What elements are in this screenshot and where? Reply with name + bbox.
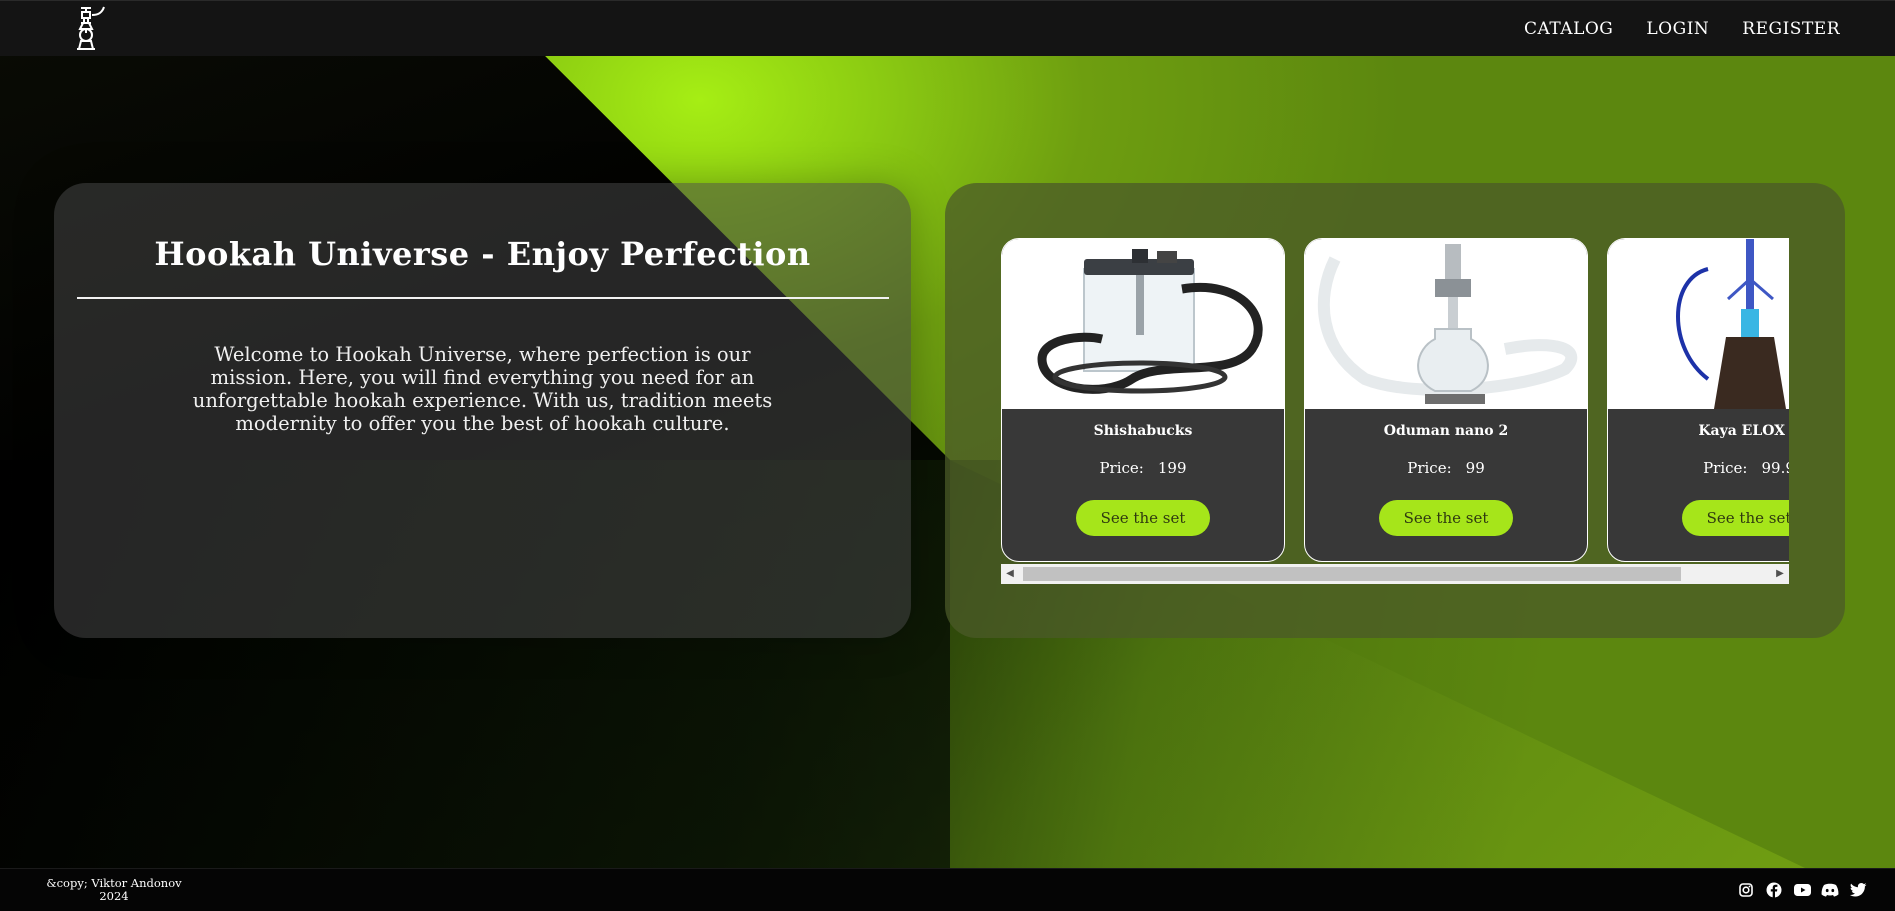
horizontal-scrollbar[interactable]: ◀ ▶ <box>1001 564 1789 584</box>
scroll-left-arrow-icon[interactable]: ◀ <box>1003 567 1017 581</box>
hookah-logo-icon[interactable] <box>70 5 110 53</box>
price-value: 99 <box>1465 459 1485 477</box>
see-set-button[interactable]: See the set <box>1682 500 1789 536</box>
intro-panel: Hookah Universe - Enjoy Perfection Welco… <box>54 183 911 638</box>
see-set-button[interactable]: See the set <box>1076 500 1210 536</box>
product-price: Price: 99.9 <box>1608 459 1789 477</box>
price-value: 99.9 <box>1761 459 1790 477</box>
product-name: Shishabucks <box>1093 423 1193 439</box>
navbar: CATALOG LOGIN REGISTER <box>0 0 1895 56</box>
copyright-year: 2024 <box>99 889 129 903</box>
footer: &copy; Viktor Andonov 2024 <box>0 868 1895 911</box>
copyright: &copy; Viktor Andonov 2024 <box>46 877 182 903</box>
twitter-icon[interactable] <box>1849 881 1867 899</box>
scrollbar-thumb[interactable] <box>1023 567 1681 581</box>
social-links <box>1737 881 1867 899</box>
product-price: Price: 199 <box>1002 459 1284 477</box>
scroll-right-arrow-icon[interactable]: ▶ <box>1773 567 1787 581</box>
nav-links: CATALOG LOGIN REGISTER <box>1524 1 1840 57</box>
price-label: Price: <box>1099 459 1144 477</box>
intro-text: Welcome to Hookah Universe, where perfec… <box>192 343 773 435</box>
product-card: Shishabucks Price: 199 See the set <box>1001 238 1285 562</box>
product-card: Oduman nano 2 Price: 99 See the set <box>1304 238 1588 562</box>
instagram-icon[interactable] <box>1737 881 1755 899</box>
product-name: Oduman nano 2 <box>1383 423 1509 439</box>
product-name: Kaya ELOX 6 <box>1698 423 1789 439</box>
product-image <box>1002 239 1284 409</box>
price-label: Price: <box>1703 459 1748 477</box>
product-image <box>1305 239 1587 409</box>
product-card: Kaya ELOX 6 Price: 99.9 See the set <box>1607 238 1789 562</box>
see-set-button[interactable]: See the set <box>1379 500 1513 536</box>
catalog-panel: Shishabucks Price: 199 See the set Oduman… <box>945 183 1845 638</box>
product-carousel[interactable]: Shishabucks Price: 199 See the set Oduman… <box>1001 238 1789 568</box>
nav-link-catalog[interactable]: CATALOG <box>1524 19 1613 39</box>
nav-link-login[interactable]: LOGIN <box>1646 19 1709 39</box>
price-value: 199 <box>1157 459 1187 477</box>
price-label: Price: <box>1407 459 1452 477</box>
product-price: Price: 99 <box>1305 459 1587 477</box>
facebook-icon[interactable] <box>1765 881 1783 899</box>
youtube-icon[interactable] <box>1793 881 1811 899</box>
page-title: Hookah Universe - Enjoy Perfection <box>154 235 811 273</box>
product-image <box>1608 239 1789 409</box>
nav-link-register[interactable]: REGISTER <box>1742 19 1840 39</box>
title-divider <box>77 297 889 299</box>
discord-icon[interactable] <box>1821 881 1839 899</box>
